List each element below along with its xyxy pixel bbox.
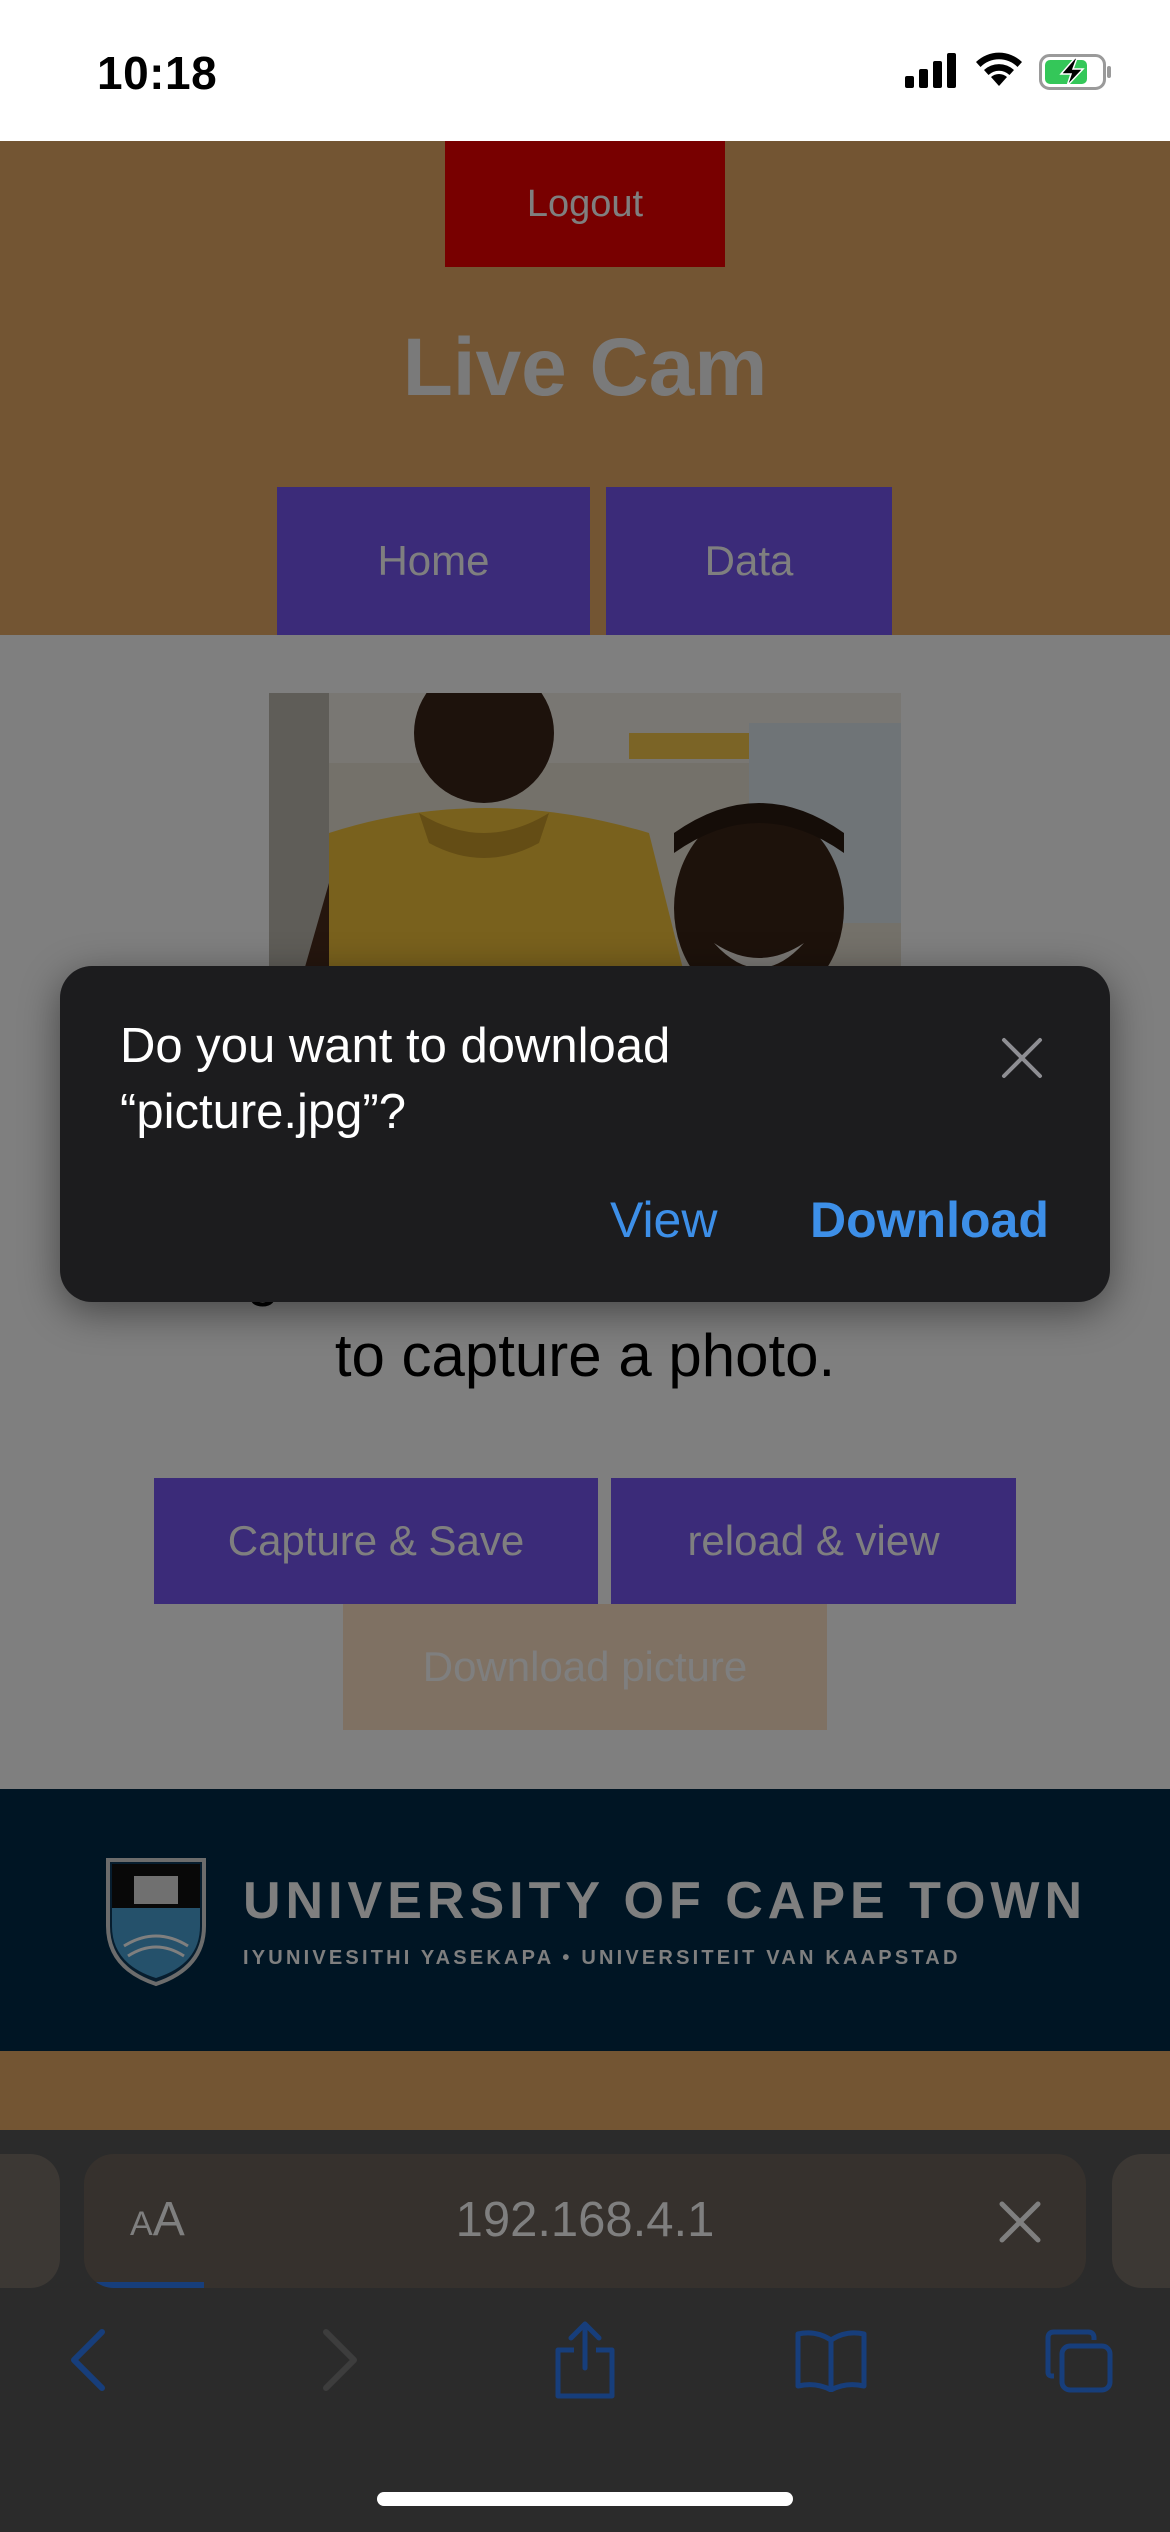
- wifi-icon: [974, 50, 1024, 93]
- home-indicator: [377, 2492, 793, 2506]
- status-time: 10:18: [97, 47, 218, 99]
- modal-dim-overlay: [0, 141, 1170, 2532]
- download-button[interactable]: Download: [810, 1191, 1049, 1249]
- download-prompt: Do you want to download “picture.jpg”? V…: [60, 966, 1110, 1302]
- close-icon[interactable]: [990, 1026, 1054, 1090]
- view-button[interactable]: View: [610, 1191, 717, 1249]
- battery-charging-icon: [1039, 54, 1113, 95]
- status-bar: 10:18: [0, 0, 1170, 141]
- download-prompt-message: Do you want to download “picture.jpg”?: [120, 1019, 671, 1139]
- cellular-signal-icon: [905, 52, 957, 93]
